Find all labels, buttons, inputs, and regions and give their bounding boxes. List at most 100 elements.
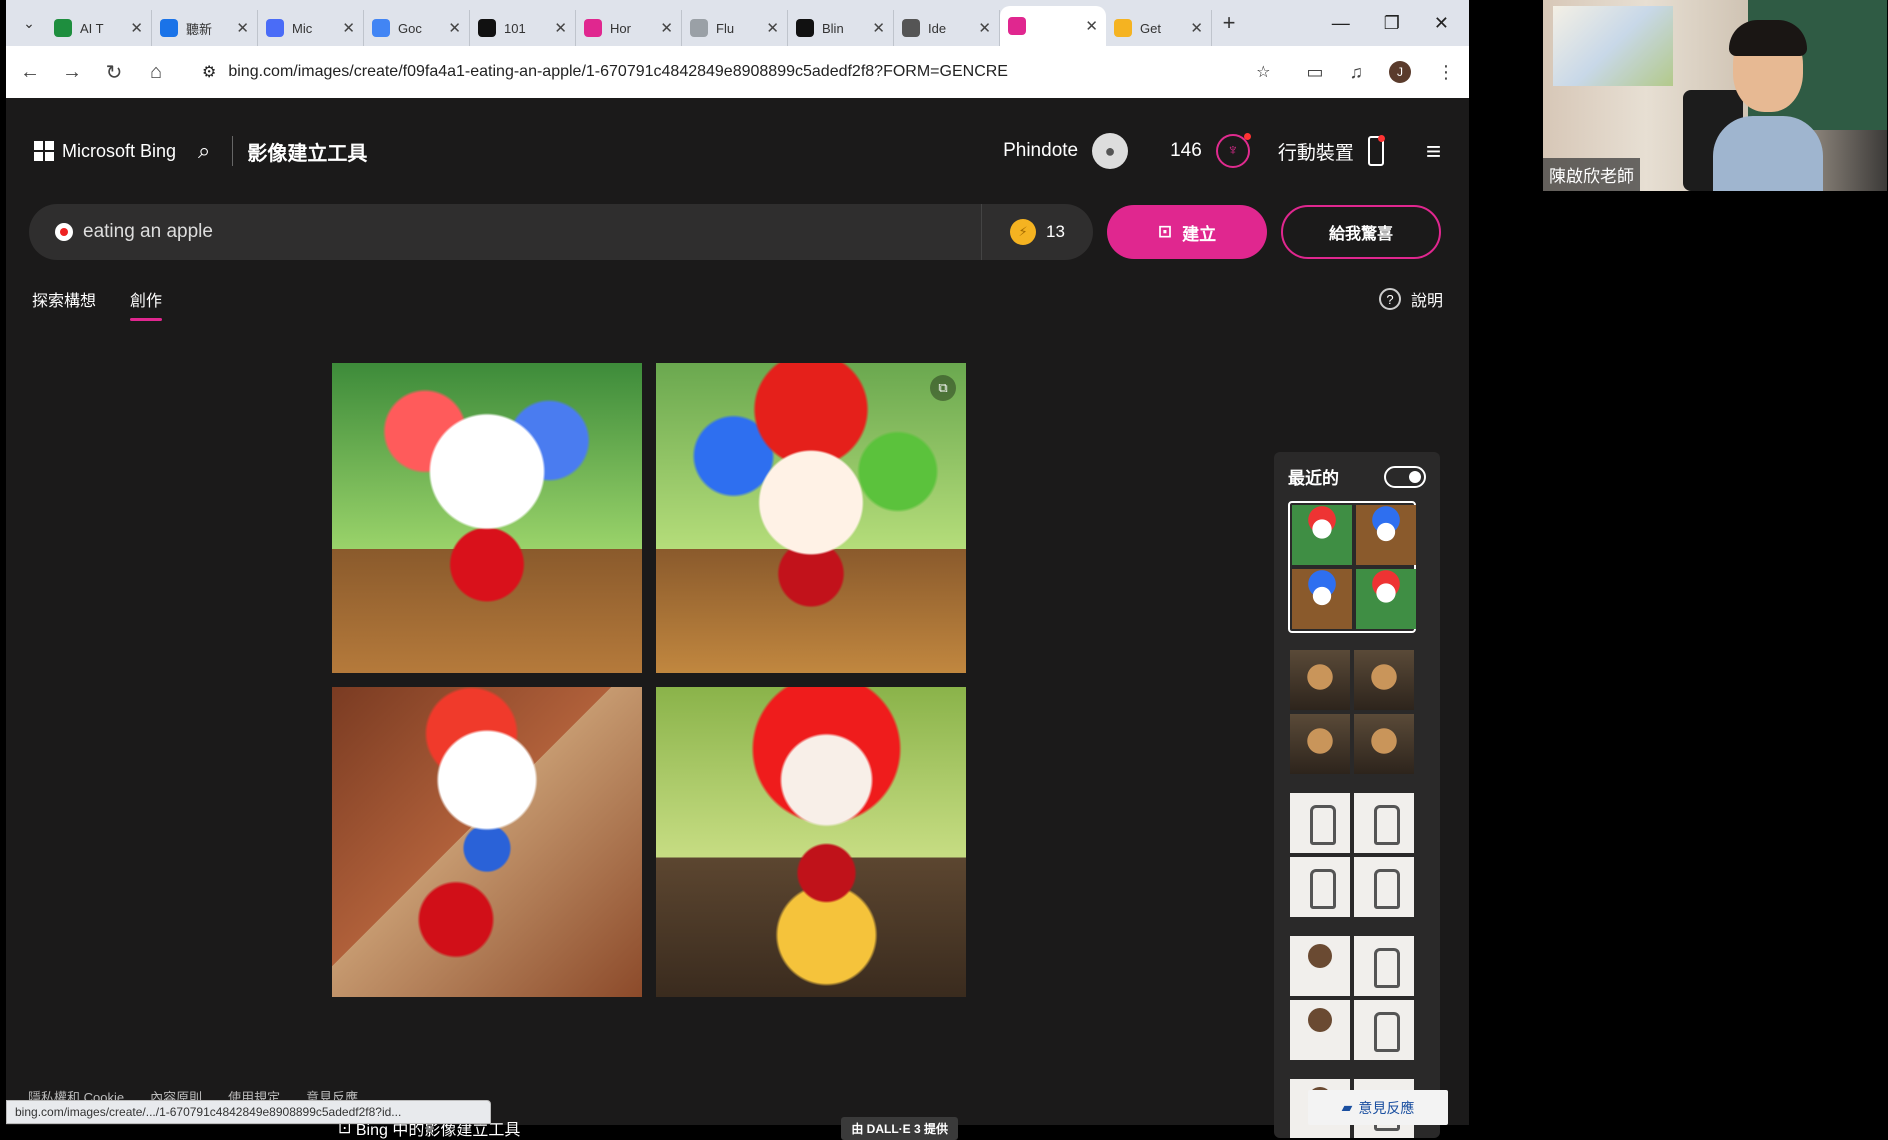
recent-thumb	[1290, 936, 1350, 996]
reload-icon[interactable]: ↻	[104, 60, 124, 85]
tab-favicon-icon	[690, 19, 708, 37]
address-bar[interactable]: ⚙ bing.com/images/create/f09fa4a1-eating…	[188, 54, 1284, 90]
browser-menu-icon[interactable]: ⋮	[1437, 62, 1455, 83]
tab-favicon-icon	[478, 19, 496, 37]
tab-title: Ide	[928, 20, 947, 36]
coin-icon: ⚡	[1010, 219, 1037, 245]
browser-tab-10[interactable]: ✕	[1000, 6, 1106, 46]
browser-tab-3[interactable]: Mic ✕	[258, 10, 364, 46]
surprise-me-button[interactable]: 給我驚喜	[1281, 205, 1441, 259]
tab-close-icon[interactable]: ✕	[766, 19, 779, 37]
browser-tab-7[interactable]: Flu ✕	[682, 10, 788, 46]
generated-image-3[interactable]	[332, 687, 642, 997]
generated-image-1[interactable]	[332, 363, 642, 673]
tab-close-icon[interactable]: ✕	[872, 19, 885, 37]
recent-thumb	[1354, 793, 1414, 853]
generated-image-2[interactable]: ⧉	[656, 363, 966, 673]
user-avatar-icon[interactable]: ●	[1092, 133, 1129, 169]
tab-close-icon[interactable]: ✕	[236, 19, 249, 37]
recent-set-clowns[interactable]	[1288, 501, 1416, 633]
clown-emoji-icon	[55, 223, 73, 241]
recent-thumb	[1292, 569, 1352, 629]
recent-thumb	[1354, 1000, 1414, 1060]
browser-tab-9[interactable]: Ide ✕	[894, 10, 1000, 46]
tab-favicon-icon	[1008, 17, 1026, 35]
restore-icon[interactable]: ❐	[1384, 13, 1400, 34]
recent-thumb	[1290, 714, 1350, 774]
tab-close-icon[interactable]: ✕	[978, 19, 991, 37]
browser-tab-11[interactable]: Get ✕	[1106, 10, 1212, 46]
close-window-icon[interactable]: ✕	[1434, 13, 1449, 34]
home-icon[interactable]: ⌂	[146, 61, 166, 84]
prompt-row: eating an apple ⚡ 13 ⊡ 建立 給我驚喜	[6, 204, 1469, 260]
recent-thumb	[1356, 569, 1416, 629]
header-divider	[232, 136, 234, 166]
recent-thumb	[1356, 505, 1416, 565]
generated-images-grid: ⧉	[332, 363, 966, 997]
feedback-button[interactable]: ▰ 意見反應	[1308, 1090, 1448, 1125]
recent-set-lanterns[interactable]	[1288, 791, 1416, 919]
tab-close-icon[interactable]: ✕	[1190, 19, 1203, 37]
forward-icon[interactable]: →	[62, 61, 82, 84]
microsoft-logo-icon	[34, 141, 54, 161]
browser-tab-2[interactable]: 聽新 ✕	[152, 10, 258, 46]
tab-strip: ⌄ AI T ✕ 聽新 ✕ Mic ✕ Goc ✕ 101 ✕ Hor ✕ Flu ✕ Blin ✕ Ide ✕ ✕…	[6, 0, 1469, 46]
tab-close-icon[interactable]: ✕	[1085, 17, 1098, 35]
browser-tab-6[interactable]: Hor ✕	[576, 10, 682, 46]
create-label: 建立	[1182, 224, 1217, 244]
page-title[interactable]: 影像建立工具	[247, 137, 367, 166]
search-icon[interactable]: ⌕	[198, 138, 210, 164]
tab-explore[interactable]: 探索構想	[32, 287, 96, 311]
prompt-text[interactable]: eating an apple	[83, 221, 981, 243]
recent-thumb	[1354, 936, 1414, 996]
recent-thumb	[1290, 1000, 1350, 1060]
recent-panel: 最近的	[1274, 452, 1440, 1138]
browser-tab-1[interactable]: AI T ✕	[46, 10, 152, 46]
back-icon[interactable]: ←	[20, 61, 40, 84]
rewards-count[interactable]: 146	[1170, 140, 1202, 162]
tab-search-icon[interactable]: ⌄	[12, 8, 46, 38]
tab-title: Blin	[822, 20, 844, 36]
tab-title: Goc	[398, 20, 422, 36]
bookmark-star-icon[interactable]: ☆	[1256, 62, 1270, 82]
profile-avatar[interactable]: J	[1389, 61, 1411, 83]
trophy-icon[interactable]: ♆	[1215, 133, 1251, 168]
cast-icon[interactable]: ▭	[1306, 62, 1323, 83]
microsoft-bing-logo[interactable]: Microsoft Bing	[34, 141, 176, 162]
browser-tab-5[interactable]: 101 ✕	[470, 10, 576, 46]
boost-coins[interactable]: ⚡ 13	[981, 204, 1093, 260]
username[interactable]: Phindote	[1003, 140, 1078, 162]
hamburger-menu-icon[interactable]: ≡	[1426, 136, 1441, 167]
tab-close-icon[interactable]: ✕	[448, 19, 461, 37]
site-info-icon[interactable]: ⚙	[202, 62, 216, 82]
bing-page: Microsoft Bing ⌕ 影像建立工具 Phindote ● 146 ♆…	[6, 98, 1469, 1140]
presenter	[1713, 20, 1823, 191]
tab-close-icon[interactable]: ✕	[660, 19, 673, 37]
recent-set-cats[interactable]	[1288, 648, 1416, 776]
recent-thumb	[1290, 650, 1350, 710]
image-collection-icon[interactable]: ⧉	[930, 375, 956, 401]
mobile-label[interactable]: 行動裝置	[1278, 138, 1354, 165]
tab-favicon-icon	[372, 19, 390, 37]
generated-image-4[interactable]	[656, 687, 966, 997]
browser-tab-4[interactable]: Goc ✕	[364, 10, 470, 46]
recent-set-characters[interactable]	[1288, 934, 1416, 1062]
tab-favicon-icon	[266, 19, 284, 37]
create-button[interactable]: ⊡ 建立	[1107, 205, 1267, 259]
tab-title: Hor	[610, 20, 631, 36]
tab-close-icon[interactable]: ✕	[554, 19, 567, 37]
tab-create[interactable]: 創作	[130, 287, 163, 321]
prompt-input[interactable]: eating an apple ⚡ 13	[29, 204, 1093, 260]
tab-close-icon[interactable]: ✕	[342, 19, 355, 37]
new-tab-button[interactable]: +	[1212, 10, 1246, 36]
nav-tabs: 探索構想 創作 ? 說明	[6, 260, 1469, 338]
media-icon[interactable]: ♫	[1350, 62, 1364, 83]
help-link[interactable]: ? 說明	[1378, 287, 1443, 311]
recent-toggle[interactable]	[1384, 465, 1426, 488]
mobile-phone-icon[interactable]	[1367, 135, 1385, 166]
page-header: Microsoft Bing ⌕ 影像建立工具 Phindote ● 146 ♆…	[6, 98, 1469, 204]
tab-close-icon[interactable]: ✕	[130, 19, 143, 37]
recent-thumb	[1292, 505, 1352, 565]
browser-tab-8[interactable]: Blin ✕	[788, 10, 894, 46]
minimize-icon[interactable]: —	[1332, 13, 1350, 34]
